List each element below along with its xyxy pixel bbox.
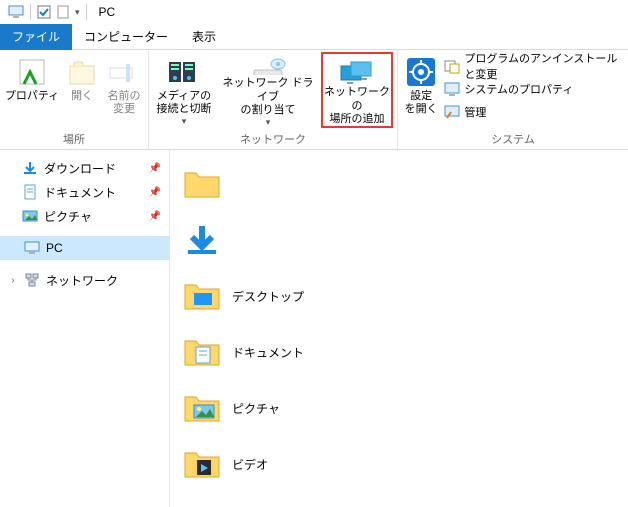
qat-dropdown-icon[interactable]: ▾ (75, 7, 80, 18)
uninstall-programs-link[interactable]: プログラムのアンインストールと変更 (444, 56, 624, 76)
file-view: デスクトップ ドキュメント ピクチャ ビデオ ミュージック ⌄ (170, 150, 628, 507)
downloads-icon (22, 160, 38, 176)
tab-file[interactable]: ファイル (0, 24, 72, 50)
desktop-folder-icon (182, 276, 222, 316)
open-settings-button[interactable]: 設定 を開く (402, 52, 440, 128)
pc-icon (8, 5, 24, 19)
tab-view[interactable]: 表示 (180, 24, 228, 50)
rename-button: 名前の 変更 (104, 52, 144, 128)
window-title: PC (95, 5, 116, 19)
nav-downloads-label: ダウンロード (44, 160, 116, 177)
folder-label: ピクチャ (232, 400, 280, 417)
manage-label: 管理 (464, 104, 486, 120)
folder-label: ビデオ (232, 456, 268, 473)
system-links: プログラムのアンインストールと変更 システムのプロパティ 管理 (444, 52, 624, 122)
pin-icon: 📌 (149, 187, 161, 198)
nav-documents[interactable]: ドキュメント 📌 (0, 180, 169, 204)
expander-icon[interactable]: › (8, 275, 18, 286)
folder-label: デスクトップ (232, 288, 304, 305)
open-button: 開く (64, 52, 100, 128)
map-drive-label: ネットワーク ドライブ の割り当て (219, 77, 317, 117)
folder-item-desktop[interactable]: デスクトップ (182, 268, 402, 324)
pin-icon: 📌 (149, 163, 161, 174)
folder-label: ドキュメント (232, 344, 304, 361)
nav-documents-label: ドキュメント (44, 184, 116, 201)
ribbon-group-system: 設定 を開く プログラムのアンインストールと変更 システムのプロパティ 管理 シ… (398, 50, 628, 149)
content-area: ダウンロード 📌 ドキュメント 📌 ピクチャ 📌 PC › ネットワーク (0, 150, 628, 507)
open-label: 開く (71, 90, 93, 103)
nav-pc[interactable]: PC (0, 236, 169, 260)
nav-downloads[interactable]: ダウンロード 📌 (0, 156, 169, 180)
ribbon-tabs: ファイル コンピューター 表示 (0, 24, 628, 50)
open-icon (66, 56, 98, 88)
uninstall-icon (444, 58, 460, 74)
properties-button[interactable]: プロパティ (4, 52, 60, 128)
network-icon (24, 272, 40, 288)
folder-item-videos[interactable]: ビデオ (182, 436, 402, 492)
group-label-system: システム (491, 129, 535, 149)
pictures-folder-icon (182, 388, 222, 428)
tab-computer[interactable]: コンピューター (72, 24, 180, 50)
folder-item-documents[interactable]: ドキュメント (182, 324, 402, 380)
open-settings-label: 設定 を開く (405, 90, 438, 116)
add-network-location-button[interactable]: ネットワークの 場所の追加 (321, 52, 393, 128)
nav-network-label: ネットワーク (46, 272, 118, 289)
group-label-location: 場所 (63, 129, 85, 149)
pictures-icon (22, 208, 38, 224)
system-properties-label: システムのプロパティ (464, 81, 573, 97)
checkbox-icon[interactable] (37, 5, 51, 19)
properties-icon (16, 56, 48, 88)
map-drive-button[interactable]: ネットワーク ドライブ の割り当て ▾ (219, 52, 317, 128)
title-bar: ▾ PC (0, 0, 628, 24)
media-label: メディアの 接続と切断 (157, 90, 212, 116)
download-icon (182, 220, 222, 260)
map-drive-icon (248, 56, 288, 75)
settings-icon (405, 56, 437, 88)
navigation-pane: ダウンロード 📌 ドキュメント 📌 ピクチャ 📌 PC › ネットワーク (0, 150, 170, 507)
ribbon: プロパティ 開く 名前の 変更 場所 メディアの 接続と切断 (0, 50, 628, 150)
separator (30, 4, 31, 20)
media-icon (167, 56, 201, 88)
chevron-down-icon: ▾ (182, 116, 187, 127)
properties-label: プロパティ (5, 90, 59, 103)
nav-pictures-label: ピクチャ (44, 208, 92, 225)
manage-icon (444, 104, 460, 120)
media-connect-button[interactable]: メディアの 接続と切断 ▾ (153, 52, 215, 128)
folder-item-generic[interactable] (182, 212, 402, 268)
rename-label: 名前の 変更 (108, 90, 141, 116)
rename-icon (108, 56, 140, 88)
videos-folder-icon (182, 444, 222, 484)
chevron-down-icon: ▾ (266, 117, 271, 128)
document-icon (22, 184, 38, 200)
manage-link[interactable]: 管理 (444, 102, 624, 122)
nav-pc-label: PC (46, 241, 63, 255)
ribbon-group-location: プロパティ 開く 名前の 変更 場所 (0, 50, 149, 149)
pc-icon (24, 241, 40, 255)
music-folder-icon (182, 500, 222, 507)
add-location-label: ネットワークの 場所の追加 (323, 86, 391, 126)
pin-icon: 📌 (149, 211, 161, 222)
system-properties-icon (444, 81, 460, 97)
network-location-icon (337, 58, 377, 84)
folder-item-pictures[interactable]: ピクチャ (182, 380, 402, 436)
nav-pictures[interactable]: ピクチャ 📌 (0, 204, 169, 228)
nav-network[interactable]: › ネットワーク (0, 268, 169, 292)
ribbon-group-network: メディアの 接続と切断 ▾ ネットワーク ドライブ の割り当て ▾ ネットワ (149, 50, 398, 149)
system-properties-link[interactable]: システムのプロパティ (444, 79, 624, 99)
documents-folder-icon (182, 332, 222, 372)
folder-item-music[interactable]: ミュージック (182, 492, 402, 507)
folder-item-generic[interactable] (182, 156, 402, 212)
folder-icon (182, 164, 222, 204)
document-icon[interactable] (57, 5, 69, 19)
uninstall-label: プログラムのアンインストールと変更 (464, 50, 624, 82)
quick-access-toolbar: ▾ (4, 4, 91, 20)
separator (86, 4, 87, 20)
group-label-network: ネットワーク (240, 129, 306, 149)
